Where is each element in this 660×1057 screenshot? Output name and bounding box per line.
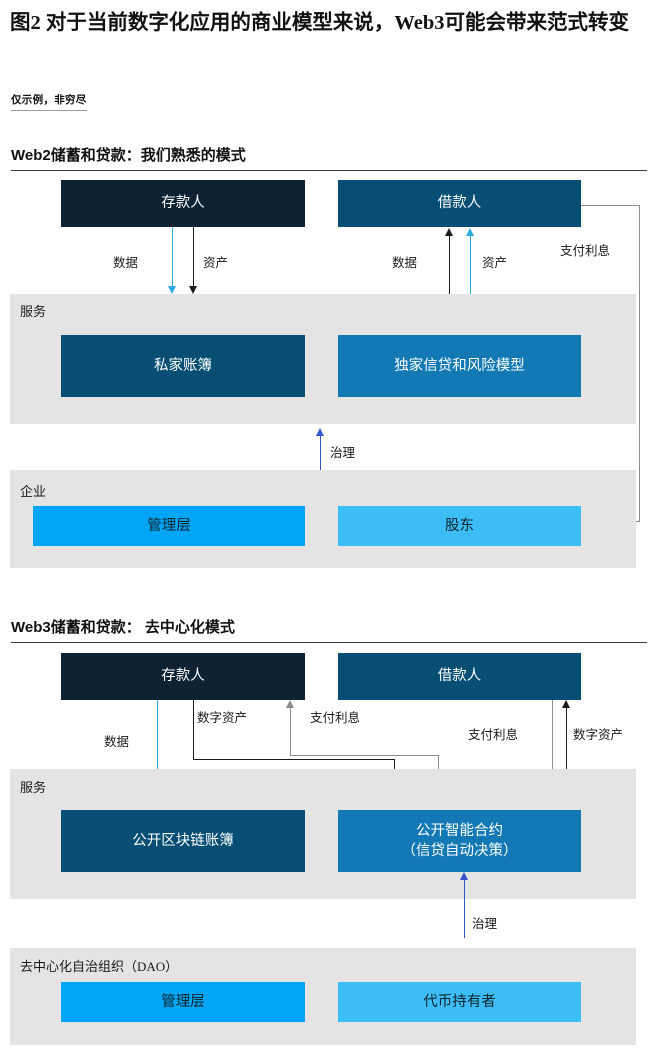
web3-section-heading: Web3储蓄和贷款： 去中心化模式	[11, 616, 647, 643]
web2-enterprise-box-shareholders-label: 股东	[445, 517, 474, 534]
web2-flow-asset-depositor-arrowhead	[188, 286, 197, 294]
web3-flow-governance-arrowhead	[459, 872, 468, 880]
web2-service-box-credit-model-label: 独家信贷和风险模型	[394, 357, 525, 374]
web3-flow-data-label: 数据	[104, 735, 130, 749]
web3-flow-governance-line	[464, 880, 465, 938]
web2-flow-data-borrower-label: 数据	[392, 256, 418, 270]
web3-dao-box-token-holders: 代币持有者	[338, 982, 581, 1022]
web2-flow-asset-depositor-label: 资产	[203, 256, 229, 270]
figure-page: 图2 对于当前数字化应用的商业模型来说，Web3可能会带来范式转变 仅示例，非穷…	[0, 0, 660, 1057]
web3-dao-box-management: 管理层	[61, 982, 305, 1022]
web2-enterprise-panel-label: 企业	[20, 484, 47, 499]
web3-service-box-smart-contract-label-line1: 公开智能合约	[416, 823, 503, 839]
web2-enterprise-box-shareholders: 股东	[338, 506, 581, 546]
web3-flow-interest-left-line	[290, 708, 291, 756]
web3-dao-box-token-holders-label: 代币持有者	[423, 993, 496, 1010]
web2-flow-asset-borrower-label: 资产	[482, 256, 508, 270]
web3-flow-digital-asset-right-label: 数字资产	[573, 728, 624, 742]
web3-service-box-smart-contract-label-line2: （信贷自动决策）	[401, 843, 518, 859]
web2-flow-interest-right-segment	[639, 205, 640, 522]
web2-flow-data-depositor-label: 数据	[113, 256, 139, 270]
web2-flow-asset-borrower-line	[470, 235, 471, 295]
web3-dao-panel-label: 去中心化自治组织（DAO）	[20, 959, 179, 974]
web3-service-panel-label: 服务	[20, 780, 47, 795]
web3-flow-digital-asset-label: 数字资产	[197, 711, 248, 725]
web2-service-box-credit-model: 独家信贷和风险模型	[338, 335, 581, 397]
web2-service-panel-label: 服务	[20, 304, 47, 319]
web2-enterprise-box-management: 管理层	[33, 506, 305, 546]
web2-service-box-private-ledger: 私家账簿	[61, 335, 305, 397]
web3-service-box-smart-contract: 公开智能合约 （信贷自动决策）	[338, 810, 581, 872]
web3-flow-interest-mid-segment	[290, 755, 439, 756]
web2-flow-interest-label: 支付利息	[560, 244, 611, 258]
web2-flow-asset-borrower-arrowhead	[465, 228, 474, 236]
web2-actor-depositor-label: 存款人	[161, 195, 205, 211]
web3-flow-interest-left-arrowhead	[285, 700, 294, 708]
web2-flow-data-borrower-arrowhead	[444, 228, 453, 236]
web2-flow-data-borrower-line	[449, 235, 450, 295]
web3-flow-digital-asset-left-segment	[193, 700, 194, 760]
web2-actor-borrower-label: 借款人	[437, 195, 482, 211]
web3-dao-box-management-label: 管理层	[161, 993, 205, 1010]
web2-flow-data-depositor-arrowhead	[167, 286, 176, 294]
web3-actor-borrower: 借款人	[338, 653, 581, 700]
web2-service-box-private-ledger-label: 私家账簿	[154, 357, 212, 374]
figure-title: 图2 对于当前数字化应用的商业模型来说，Web3可能会带来范式转变	[10, 12, 629, 34]
web2-section-heading: Web2储蓄和贷款：我们熟悉的模式	[11, 144, 647, 171]
web3-flow-digital-asset-mid-segment	[193, 759, 395, 760]
web3-flow-interest-left-label: 支付利息	[310, 711, 361, 725]
web3-actor-depositor-label: 存款人	[161, 668, 205, 684]
web3-service-box-public-ledger: 公开区块链账簿	[61, 810, 305, 872]
web3-service-box-public-ledger-label: 公开区块链账簿	[132, 832, 234, 849]
web2-flow-governance-arrowhead	[315, 428, 324, 436]
web2-actor-depositor: 存款人	[61, 180, 305, 227]
web3-flow-governance-label: 治理	[472, 917, 498, 931]
web2-actor-borrower: 借款人	[338, 180, 581, 227]
web2-flow-governance-label: 治理	[330, 446, 356, 460]
web2-enterprise-box-management-label: 管理层	[147, 517, 191, 534]
web3-flow-interest-right-label: 支付利息	[468, 728, 519, 742]
web3-actor-depositor: 存款人	[61, 653, 305, 700]
figure-note: 仅示例，非穷尽	[11, 92, 87, 111]
web3-flow-digital-asset-right-arrowhead	[561, 700, 570, 708]
web2-flow-interest-top-segment	[581, 205, 640, 206]
web3-actor-borrower-label: 借款人	[437, 668, 482, 684]
web2-flow-asset-depositor-line	[193, 227, 194, 287]
web2-flow-data-depositor-line	[172, 227, 173, 287]
